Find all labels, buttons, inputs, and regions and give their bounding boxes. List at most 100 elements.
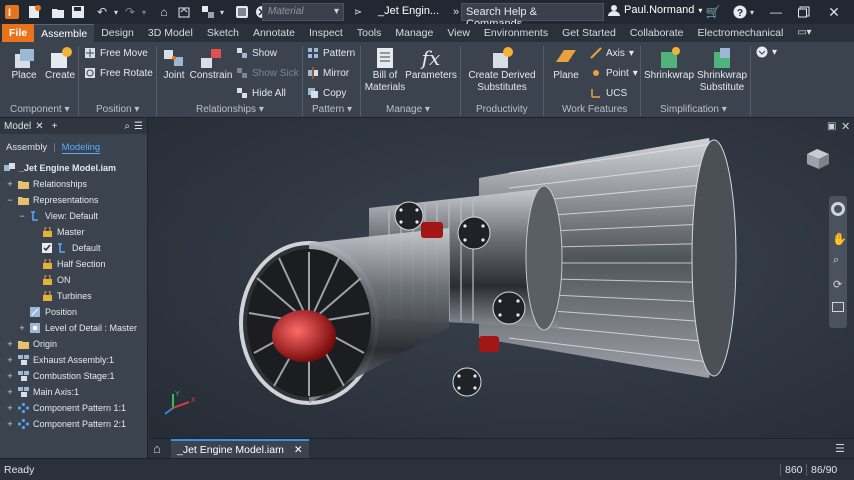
shrinkwrap-button[interactable]: Shrinkwrap xyxy=(644,46,694,82)
place-button[interactable]: Place xyxy=(8,46,40,82)
tree-item-representations[interactable]: − Representations xyxy=(6,195,99,205)
free-move-button[interactable]: Free Move xyxy=(84,47,148,59)
tree-item-component-pattern-2[interactable]: + Component Pattern 2:1 xyxy=(6,419,126,429)
tab-inspect[interactable]: Inspect xyxy=(302,24,350,42)
create-button[interactable]: Create xyxy=(44,46,76,82)
tab-view[interactable]: View xyxy=(440,24,477,42)
select-dropdown-icon[interactable]: ▾ xyxy=(218,2,226,22)
add-tab-icon[interactable]: + xyxy=(52,121,58,132)
return-icon[interactable] xyxy=(174,2,194,22)
tree-item-on[interactable]: ON xyxy=(42,275,71,285)
open-folder-icon[interactable] xyxy=(48,2,68,22)
search-icon[interactable]: ⌕ xyxy=(124,121,130,132)
copy-button[interactable]: Copy xyxy=(307,87,346,99)
tab-electromechanical[interactable]: Electromechanical xyxy=(691,24,791,42)
tree-root[interactable]: _Jet Engine Model.iam xyxy=(4,163,116,173)
group-label-component[interactable]: Component ▾ xyxy=(10,104,70,115)
undo-icon[interactable]: ↶ xyxy=(92,2,112,22)
help-search-input[interactable]: Search Help & Commands... xyxy=(461,3,604,30)
show-sick-button[interactable]: Show Sick xyxy=(236,67,299,79)
tab-get-started[interactable]: Get Started xyxy=(555,24,623,42)
tree-item-default[interactable]: Default xyxy=(42,243,101,253)
help-icon[interactable]: ? xyxy=(730,2,750,22)
tab-sketch[interactable]: Sketch xyxy=(200,24,246,42)
tab-assemble[interactable]: Assemble xyxy=(34,24,95,42)
pattern-button[interactable]: Pattern xyxy=(307,47,355,59)
tab-annotate[interactable]: Annotate xyxy=(246,24,302,42)
user-account[interactable]: Paul.Normand ▾ xyxy=(608,4,702,16)
restore-icon[interactable] xyxy=(794,2,814,22)
document-tab[interactable]: _Jet Engine Model.iam ✕ xyxy=(171,439,309,459)
tree-item-relationships[interactable]: + Relationships xyxy=(6,179,87,189)
close-icon[interactable]: ✕ xyxy=(824,2,844,22)
material-select[interactable]: Material ▾ xyxy=(262,3,344,21)
cart-icon[interactable]: 🛒 xyxy=(703,2,723,22)
tree-item-view-default[interactable]: − View: Default xyxy=(18,211,98,221)
tree-item-level-of-detail[interactable]: + Level of Detail : Master xyxy=(18,323,137,333)
free-rotate-button[interactable]: Free Rotate xyxy=(84,67,153,79)
ucs-button[interactable]: UCS xyxy=(590,87,627,99)
create-derived-substitutes-button[interactable]: Create Derived Substitutes xyxy=(466,46,538,94)
ribbon-options-button[interactable]: ▾ xyxy=(756,46,777,58)
home-icon[interactable]: ⌂ xyxy=(153,441,161,456)
axis-button[interactable]: Axis ▾ xyxy=(590,47,634,59)
tab-file[interactable]: File xyxy=(2,24,35,42)
view-cube[interactable] xyxy=(803,148,831,170)
new-file-icon[interactable] xyxy=(24,2,44,22)
group-label-manage[interactable]: Manage ▾ xyxy=(386,104,430,115)
tree-item-master[interactable]: Master xyxy=(42,227,85,237)
joint-button[interactable]: Joint xyxy=(160,46,188,82)
tree-item-component-pattern-1[interactable]: + Component Pattern 1:1 xyxy=(6,403,126,413)
constrain-button[interactable]: Constrain xyxy=(190,46,232,82)
quick-access-more-icon[interactable]: ⋗ xyxy=(348,2,368,22)
tree-item-exhaust-assembly[interactable]: + Exhaust Assembly:1 xyxy=(6,355,114,365)
close-icon[interactable]: ✕ xyxy=(294,444,303,456)
point-button[interactable]: Point ▾ xyxy=(590,67,638,79)
app-logo-icon[interactable]: I xyxy=(2,2,22,22)
group-label-relationships[interactable]: Relationships ▾ xyxy=(196,104,264,115)
tab-menu-icon[interactable]: ☰ xyxy=(835,442,845,455)
tab-collaborate[interactable]: Collaborate xyxy=(623,24,691,42)
redo-dropdown-icon[interactable]: ▾ xyxy=(140,2,148,22)
graphics-viewport[interactable]: ▣ ✕ ✋ ⌕ ⟳ XY xyxy=(149,118,854,438)
group-label-position[interactable]: Position ▾ xyxy=(96,104,139,115)
show-button[interactable]: Show xyxy=(236,47,277,59)
tree-item-position[interactable]: Position xyxy=(30,307,77,317)
tab-3d-model[interactable]: 3D Model xyxy=(141,24,200,42)
tree-item-turbines[interactable]: Turbines xyxy=(42,291,92,301)
tab-tools[interactable]: Tools xyxy=(350,24,389,42)
viewport-close-icon[interactable]: ✕ xyxy=(841,120,850,133)
pan-icon[interactable]: ✋ xyxy=(832,232,847,246)
select-icon[interactable] xyxy=(198,2,218,22)
viewport-maximize-icon[interactable]: ▣ xyxy=(827,121,836,132)
steering-wheel-icon[interactable] xyxy=(831,202,845,216)
ribbon-display-icon[interactable]: ▭▾ xyxy=(794,22,814,42)
browser-tab-modeling[interactable]: Modeling xyxy=(61,142,101,154)
group-label-pattern[interactable]: Pattern ▾ xyxy=(312,104,352,115)
home-icon[interactable]: ⌂ xyxy=(154,2,174,22)
help-dropdown-icon[interactable]: ▾ xyxy=(748,2,756,22)
browser-tab-assembly[interactable]: Assembly xyxy=(6,142,47,154)
save-icon[interactable] xyxy=(68,2,88,22)
tree-item-combustion-stage[interactable]: + Combustion Stage:1 xyxy=(6,371,115,381)
zoom-icon[interactable]: ⌕ xyxy=(833,254,839,267)
redo-icon[interactable]: ↷ xyxy=(120,2,140,22)
tab-design[interactable]: Design xyxy=(94,24,141,42)
bill-of-materials-button[interactable]: Bill of Materials xyxy=(364,46,406,94)
mirror-button[interactable]: Mirror xyxy=(307,67,349,79)
shrinkwrap-substitute-button[interactable]: Shrinkwrap Substitute xyxy=(696,46,748,94)
tab-manage[interactable]: Manage xyxy=(388,24,440,42)
appearance-icon[interactable] xyxy=(232,2,252,22)
tree-item-origin[interactable]: + Origin xyxy=(6,339,57,349)
look-at-icon[interactable] xyxy=(832,302,844,312)
plane-button[interactable]: Plane xyxy=(550,46,582,82)
tree-item-half-section[interactable]: Half Section xyxy=(42,259,106,269)
menu-icon[interactable]: ☰ xyxy=(134,121,143,132)
tab-environments[interactable]: Environments xyxy=(477,24,555,42)
tree-item-main-axis[interactable]: + Main Axis:1 xyxy=(6,387,79,397)
close-icon[interactable]: ✕ xyxy=(35,121,43,132)
minimize-icon[interactable]: — xyxy=(766,2,786,22)
undo-dropdown-icon[interactable]: ▾ xyxy=(112,2,120,22)
parameters-button[interactable]: fx Parameters xyxy=(405,46,457,82)
hide-all-button[interactable]: Hide All xyxy=(236,87,286,99)
